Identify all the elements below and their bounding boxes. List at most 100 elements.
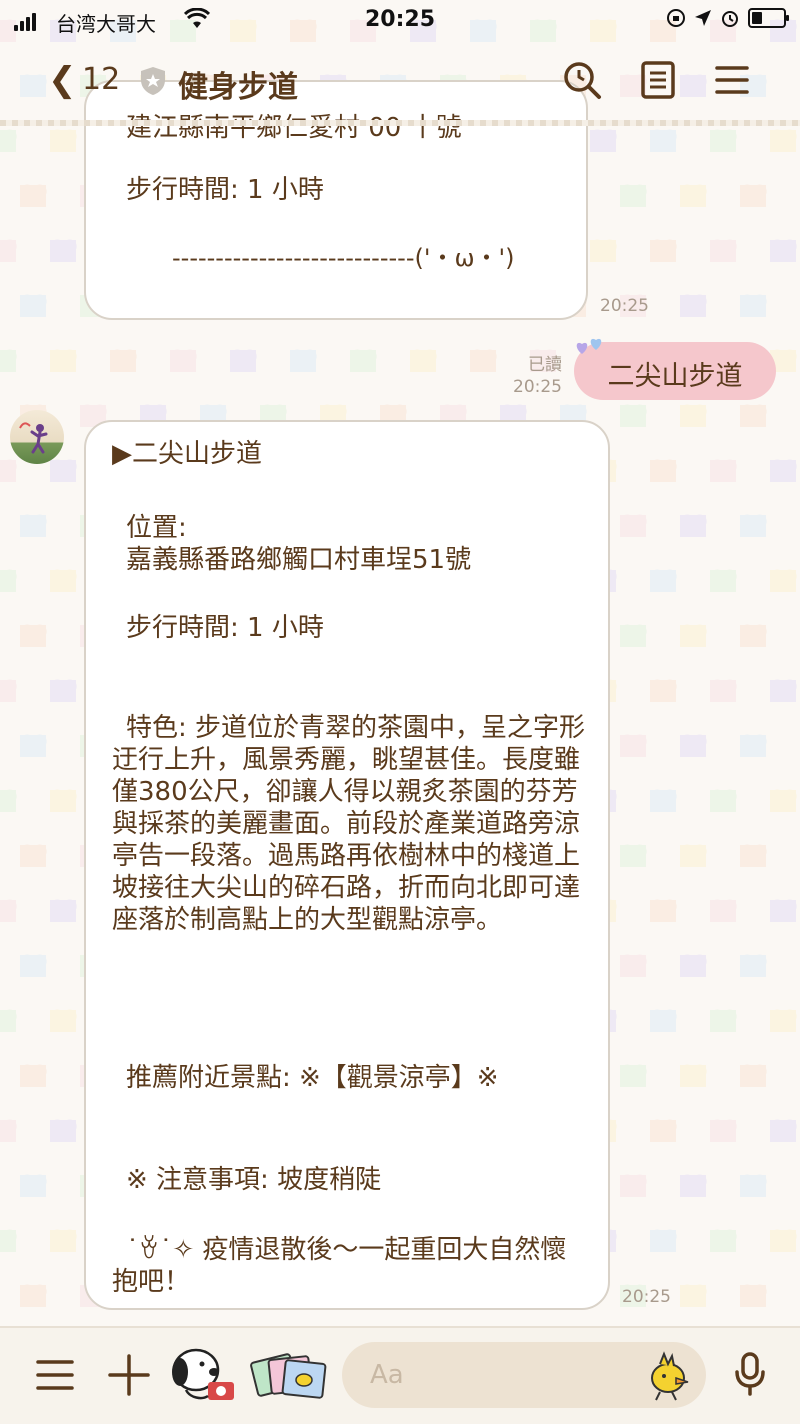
heart-decoration — [650, 790, 676, 812]
heart-decoration — [740, 515, 766, 537]
heart-decoration — [680, 1175, 706, 1197]
photo-album-icon[interactable] — [250, 1348, 330, 1410]
heart-decoration — [710, 240, 736, 262]
add-icon[interactable] — [108, 1354, 150, 1400]
heart-decoration — [680, 1285, 706, 1307]
heart-decoration — [290, 350, 316, 372]
hearts-sticker-icon — [576, 338, 602, 354]
message-timestamp: 20:25 — [513, 377, 562, 397]
heart-decoration — [740, 405, 766, 427]
heart-decoration — [740, 295, 766, 317]
camera-icon[interactable] — [168, 1342, 242, 1412]
heart-decoration — [50, 790, 76, 812]
heart-decoration — [620, 405, 646, 427]
read-label: 已讀 — [528, 355, 562, 375]
heart-decoration — [650, 1230, 676, 1252]
heart-decoration — [590, 240, 616, 262]
received-message-bubble[interactable]: ▶二尖山步道 位置: 嘉義縣番路鄉觸口村車埕51號 步行時間: 1 小時 特色:… — [84, 420, 610, 1310]
heart-decoration — [20, 1175, 46, 1197]
chat-header: ❮ 12 健身步道 — [0, 42, 800, 122]
search-icon[interactable] — [562, 60, 602, 104]
heart-decoration — [740, 735, 766, 757]
heart-decoration — [620, 845, 646, 867]
heart-decoration — [50, 460, 76, 482]
heart-decoration — [770, 570, 796, 592]
heart-decoration — [770, 900, 796, 922]
heart-decoration — [50, 570, 76, 592]
heart-decoration — [170, 350, 196, 372]
heart-decoration — [230, 350, 256, 372]
bot-avatar[interactable] — [10, 410, 64, 464]
heart-decoration — [770, 790, 796, 812]
heart-decoration — [770, 130, 796, 152]
heart-decoration — [350, 350, 376, 372]
battery-icon — [748, 8, 789, 28]
microphone-icon[interactable] — [734, 1352, 766, 1400]
heart-decoration — [50, 1230, 76, 1252]
back-chevron-icon[interactable]: ❮ — [48, 60, 77, 100]
sticker-icon[interactable] — [642, 1348, 696, 1406]
heart-decoration — [710, 790, 736, 812]
heart-decoration — [650, 570, 676, 592]
heart-decoration — [740, 1175, 766, 1197]
heart-decoration — [740, 185, 766, 207]
heart-decoration — [680, 295, 706, 317]
closing-text: ˙ꈊ˙✧ 疫情退散後～一起重回大自然懷抱吧！ — [112, 1235, 567, 1297]
heart-decoration — [740, 955, 766, 977]
message-text: 步行時間: 1 小時 — [126, 175, 324, 205]
heart-decoration — [770, 460, 796, 482]
heart-decoration — [620, 955, 646, 977]
heart-decoration — [680, 515, 706, 537]
heart-decoration — [50, 680, 76, 702]
heart-decoration — [740, 1285, 766, 1307]
heart-decoration — [650, 1120, 676, 1142]
heart-decoration — [680, 405, 706, 427]
heart-decoration — [620, 1175, 646, 1197]
heart-decoration — [710, 1010, 736, 1032]
heart-decoration — [710, 680, 736, 702]
heart-decoration — [740, 1065, 766, 1087]
heart-decoration — [50, 130, 76, 152]
heart-decoration — [20, 735, 46, 757]
heart-decoration — [0, 460, 16, 482]
walk-time-text: 步行時間: 1 小時 — [126, 613, 324, 643]
notice-text: ※ 注意事項: 坡度稍陡 — [126, 1165, 382, 1195]
unread-count[interactable]: 12 — [82, 62, 120, 97]
heart-decoration — [650, 240, 676, 262]
heart-decoration — [650, 680, 676, 702]
heart-decoration — [0, 350, 16, 372]
heart-decoration — [710, 1230, 736, 1252]
read-receipt: 已讀 20:25 — [500, 354, 562, 398]
heart-decoration — [770, 240, 796, 262]
heart-decoration — [20, 625, 46, 647]
message-timestamp: 20:25 — [600, 296, 649, 316]
more-menu-icon[interactable] — [36, 1356, 74, 1398]
heart-decoration — [710, 900, 736, 922]
orientation-lock-icon — [667, 9, 685, 27]
heart-decoration — [620, 735, 646, 757]
heart-decoration — [50, 900, 76, 922]
shield-icon — [140, 66, 166, 100]
heart-decoration — [0, 240, 16, 262]
notes-icon[interactable] — [640, 60, 676, 104]
heart-decoration — [650, 130, 676, 152]
heart-decoration — [20, 185, 46, 207]
heart-decoration — [620, 185, 646, 207]
heart-decoration — [710, 130, 736, 152]
message-input[interactable]: Aa — [342, 1342, 706, 1408]
location-icon — [695, 10, 711, 26]
heart-decoration — [470, 350, 496, 372]
chat-title: 健身步道 — [178, 70, 298, 105]
menu-icon[interactable] — [714, 60, 750, 104]
heart-decoration — [20, 1285, 46, 1307]
heart-decoration — [680, 185, 706, 207]
status-bar: 台湾大哥大 20:25 — [0, 0, 800, 42]
features-text: 特色: 步道位於青翠的茶園中，呈之字形迂行上升，風景秀麗，眺望甚佳。長度雖僅38… — [112, 713, 586, 935]
alarm-icon — [722, 11, 738, 27]
heart-decoration — [710, 1120, 736, 1142]
heart-decoration — [110, 350, 136, 372]
heart-decoration — [590, 130, 616, 152]
heart-decoration — [20, 515, 46, 537]
heart-decoration — [0, 900, 16, 922]
heart-decoration — [0, 1120, 16, 1142]
